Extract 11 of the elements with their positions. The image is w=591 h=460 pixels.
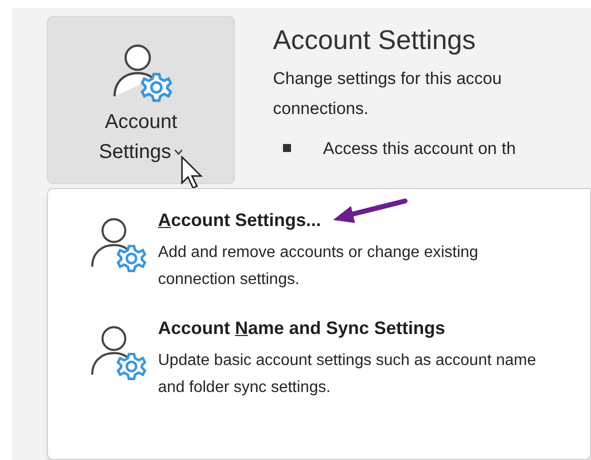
menu-item-description: Update basic account settings such as account name and folder sync settings.	[158, 351, 537, 398]
caret-icon	[174, 149, 184, 155]
menu-item-description: Add and remove accounts or change existing connection settings.	[158, 243, 480, 290]
menu-item-title[interactable]: Account Settings...	[158, 207, 322, 233]
bullet-icon	[283, 144, 291, 152]
bullet-text: Access this account on th	[323, 138, 516, 160]
description-text: Change settings for this accou	[273, 68, 502, 90]
menu-item-title[interactable]: Account Name and Sync Settings	[158, 315, 446, 341]
section-title: Account Settings	[273, 24, 476, 57]
account-settings-button[interactable]: Account Settings	[47, 16, 235, 184]
description-text: connections.	[273, 98, 368, 120]
